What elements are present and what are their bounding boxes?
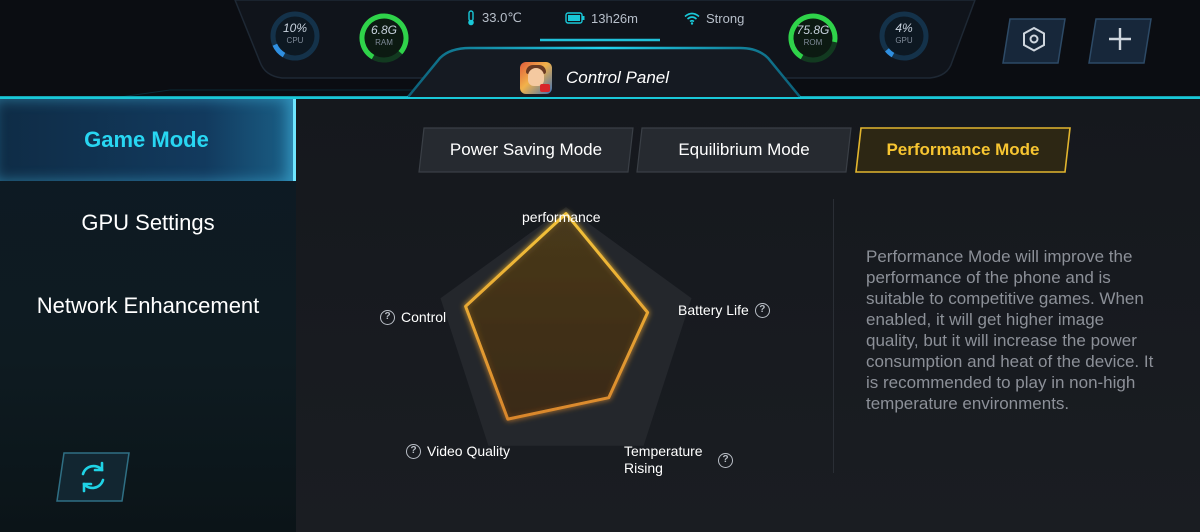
temperature-value: 33.0℃ <box>482 10 522 25</box>
radar-label-control: ? Control <box>380 309 446 325</box>
question-circle-icon[interactable]: ? <box>718 452 733 468</box>
sidebar-item-label: Network Enhancement <box>36 293 260 318</box>
mode-button-label: Performance Mode <box>886 140 1040 159</box>
settings-button-frame <box>1002 18 1066 64</box>
main-content: Power Saving Mode Equilibrium Mode Perfo… <box>296 97 1200 532</box>
cpu-gauge: 10% CPU <box>267 8 323 64</box>
radar-label-performance: performance <box>522 209 601 225</box>
status-bar: 10% CPU 6.8G RAM 33.0℃ 13h26m Strong 75.… <box>0 0 1200 100</box>
rom-label: ROM <box>803 38 823 47</box>
question-circle-icon[interactable]: ? <box>754 302 770 318</box>
ram-label: RAM <box>375 38 393 47</box>
radar-chart-svg <box>440 207 692 446</box>
rom-value: 75.8G <box>796 23 830 37</box>
add-button-frame <box>1088 18 1152 64</box>
thermometer-icon <box>468 10 474 26</box>
sidebar-item-label: GPU Settings <box>81 210 215 235</box>
signal-status: Strong <box>684 10 744 26</box>
battery-time: 13h26m <box>591 10 638 26</box>
gpu-gauge: 4% GPU <box>876 8 932 64</box>
gpu-label: GPU <box>895 36 913 45</box>
power-saving-mode-button[interactable]: Power Saving Mode <box>418 127 634 173</box>
cpu-label: CPU <box>286 36 304 45</box>
question-circle-icon[interactable]: ? <box>380 309 395 325</box>
radar-label-video-quality: ? Video Quality <box>406 443 510 459</box>
equilibrium-mode-button[interactable]: Equilibrium Mode <box>636 127 852 173</box>
rom-gauge: 75.8G ROM <box>785 10 841 66</box>
mode-button-label: Equilibrium Mode <box>678 140 810 159</box>
page-title: Control Panel <box>566 68 670 87</box>
content-divider <box>833 199 834 473</box>
sidebar: Game Mode GPU Settings Network Enhanceme… <box>0 97 296 532</box>
cpu-value: 10% <box>282 21 308 35</box>
settings-button[interactable] <box>1002 18 1066 64</box>
refresh-button[interactable] <box>56 452 130 502</box>
mode-description: Performance Mode will improve the perfor… <box>866 247 1154 413</box>
panel-header: Control Panel <box>520 62 669 94</box>
battery-icon <box>565 12 585 24</box>
sidebar-item-network-enhancement[interactable]: Network Enhancement <box>0 265 296 347</box>
add-button[interactable] <box>1088 18 1152 64</box>
sidebar-item-label: Game Mode <box>84 127 209 152</box>
sidebar-item-gpu-settings[interactable]: GPU Settings <box>0 182 296 264</box>
signal-value: Strong <box>706 10 745 26</box>
question-circle-icon[interactable]: ? <box>406 443 421 459</box>
refresh-button-frame <box>56 452 130 502</box>
game-app-icon <box>520 62 552 94</box>
radar-label-battery-life: Battery Life ? <box>678 302 770 318</box>
wifi-icon <box>684 12 700 25</box>
ram-value: 6.8G <box>370 23 397 37</box>
performance-mode-button[interactable]: Performance Mode <box>855 127 1071 173</box>
temperature-status: 33.0℃ <box>466 10 522 26</box>
gpu-value: 4% <box>895 21 913 35</box>
mode-button-label: Power Saving Mode <box>449 140 603 159</box>
radar-chart: performance Battery Life ? ? Control ? V… <box>296 199 836 532</box>
battery-status: 13h26m <box>565 10 638 26</box>
radar-label-temperature-rising: Temperature Rising ? <box>624 443 733 477</box>
sidebar-item-game-mode[interactable]: Game Mode <box>0 99 296 181</box>
ram-gauge: 6.8G RAM <box>356 10 412 66</box>
